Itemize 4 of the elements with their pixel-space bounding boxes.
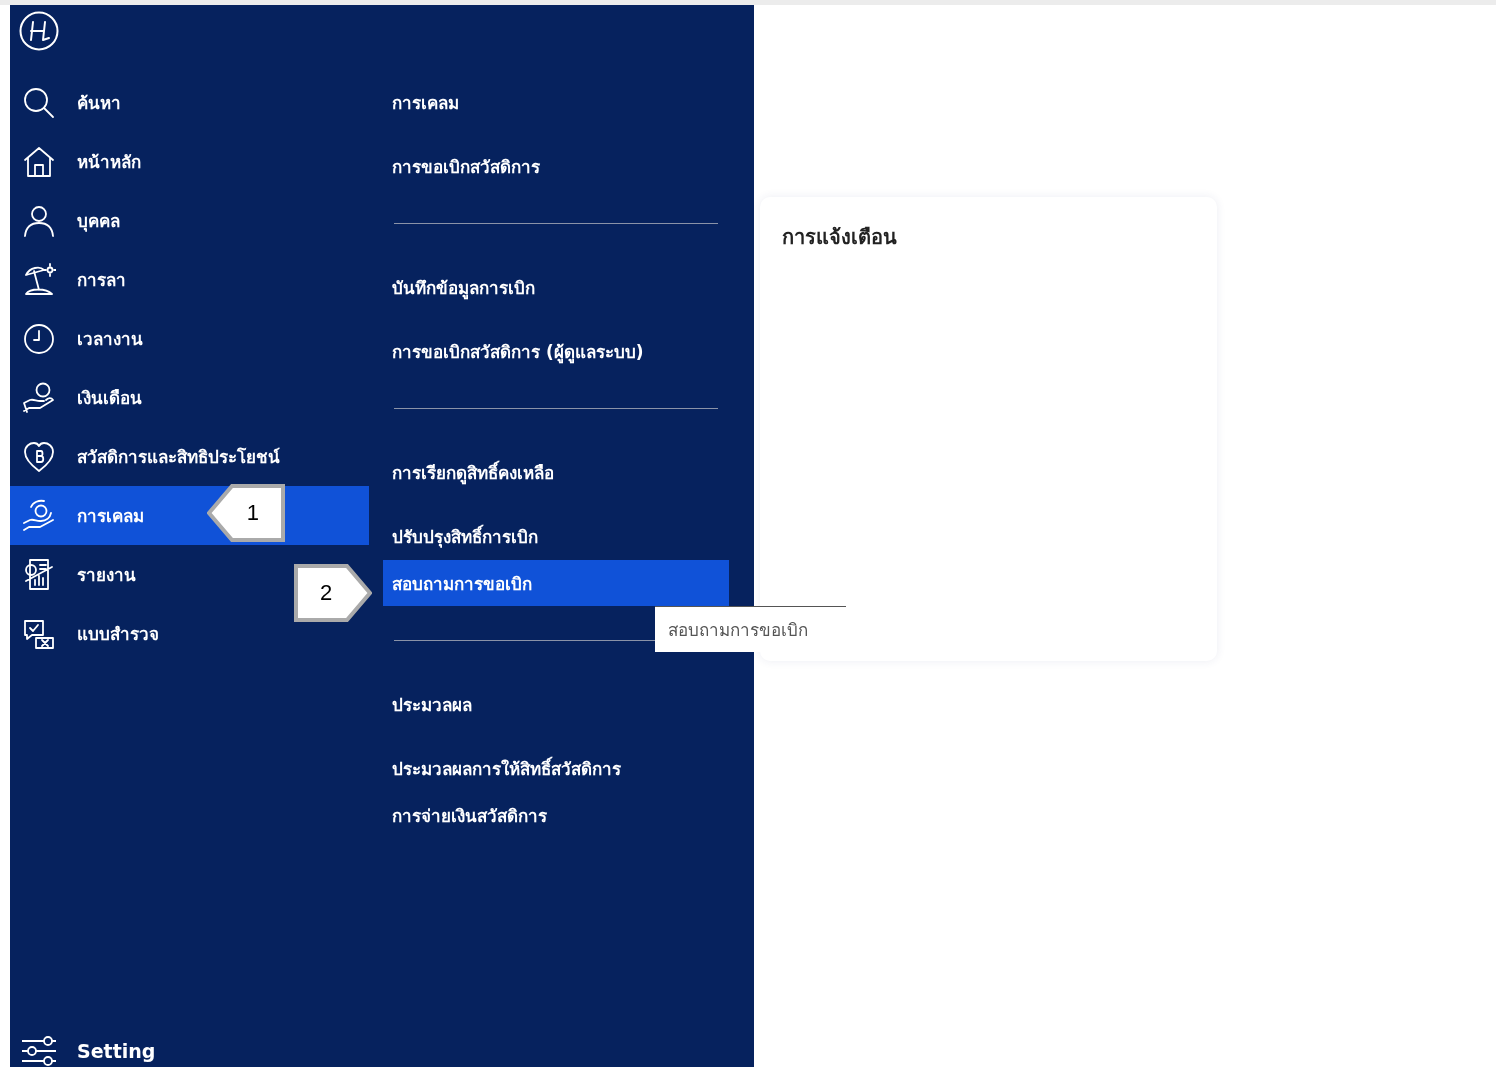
- callout-number: 1: [246, 500, 259, 526]
- tooltip: สอบถามการขอเบิก: [655, 606, 846, 652]
- card-title: การแจ้งเตือน: [782, 224, 898, 251]
- callout-number: 2: [320, 580, 333, 606]
